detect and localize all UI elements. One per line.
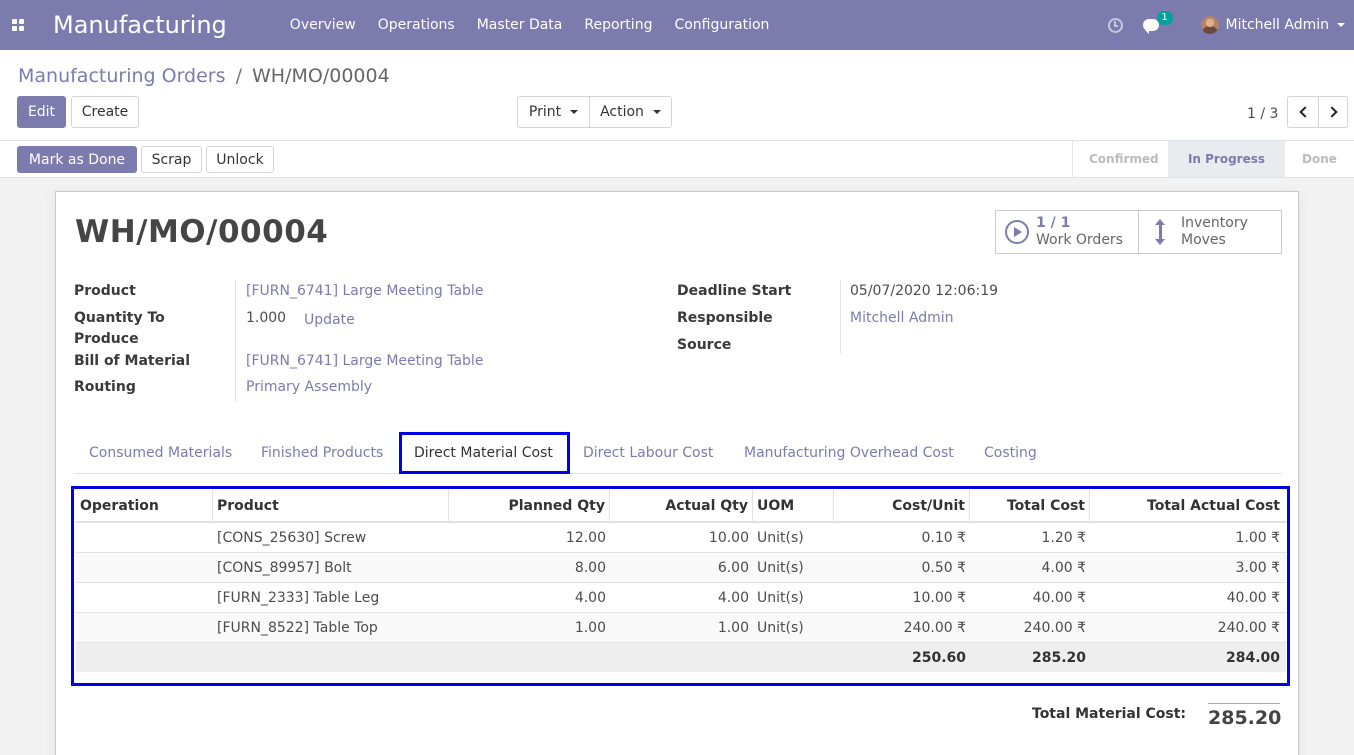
highlight-box-table [71,486,1290,686]
responsible-field[interactable]: Mitchell Admin [850,308,954,329]
smart-buttons-box: 1 / 1 Work Orders Inventory Moves [995,210,1282,254]
chevron-right-icon [1325,106,1338,118]
source-label: Source [677,337,732,353]
play-circle-icon [1005,220,1029,244]
highlight-box-tab [399,432,570,474]
menu-master-data[interactable]: Master Data [466,0,574,50]
total-material-cost-label: Total Material Cost: [1032,706,1187,722]
create-button[interactable]: Create [71,96,139,128]
messages-count-badge: 1 [1156,11,1173,25]
total-material-cost-value: 285.20 [1208,703,1281,729]
update-quantity-link[interactable]: Update [304,310,355,331]
stage-done[interactable]: Done [1285,141,1354,177]
quantity-field: 1.000 [246,310,287,326]
tab-consumed-materials[interactable]: Consumed Materials [89,443,232,464]
form-sheet: WH/MO/00004 1 / 1 Work Orders Inventory … [55,191,1299,755]
work-orders-label: Work Orders [1036,232,1123,248]
tab-costing[interactable]: Costing [984,443,1037,464]
stage-confirmed[interactable]: Confirmed [1072,141,1168,177]
chat-icon [1142,19,1159,34]
chevron-left-icon [1298,106,1311,118]
breadcrumb: Manufacturing Orders / WH/MO/00004 [18,65,390,87]
main-menu: Overview Operations Master Data Reportin… [279,0,781,50]
pager-next-button[interactable] [1318,96,1348,128]
bom-label: Bill of Material [74,353,191,369]
tab-direct-labour-cost[interactable]: Direct Labour Cost [583,443,713,464]
menu-overview[interactable]: Overview [279,0,367,50]
navbar-systray: 1 Mitchell Admin [1107,0,1354,50]
user-menu-caret-icon[interactable] [1337,23,1345,27]
product-field[interactable]: [FURN_6741] Large Meeting Table [246,281,483,302]
stage-in-progress[interactable]: In Progress [1168,141,1285,177]
print-dropdown[interactable]: Print [517,96,590,128]
user-menu-name[interactable]: Mitchell Admin [1226,17,1330,33]
scrap-button[interactable]: Scrap [141,146,202,173]
messaging-menu[interactable]: 1 [1142,11,1173,34]
print-label: Print [528,104,562,120]
pager-value[interactable]: 1 / 3 [1247,106,1278,122]
stage-pipeline: Confirmed In Progress Done [1072,141,1354,177]
product-label: Product [74,283,136,299]
arrows-vertical-icon [1153,219,1167,245]
user-avatar[interactable] [1200,16,1219,34]
menu-reporting[interactable]: Reporting [573,0,663,50]
work-orders-smart-button[interactable]: 1 / 1 Work Orders [996,211,1139,253]
field-divider-left [235,280,236,402]
routing-label: Routing [74,379,136,395]
deadline-start-label: Deadline Start [677,283,792,299]
routing-field[interactable]: Primary Assembly [246,377,372,398]
pager-previous-button[interactable] [1287,96,1319,128]
print-caret-icon [570,110,579,114]
breadcrumb-parent[interactable]: Manufacturing Orders [18,65,226,87]
control-panel: Manufacturing Orders / WH/MO/00004 Edit … [0,50,1354,141]
action-label: Action [600,104,644,120]
activity-clock-icon[interactable] [1107,17,1123,33]
inventory-moves-line1: Inventory [1181,215,1248,231]
breadcrumb-separator: / [235,65,242,87]
record-title: WH/MO/00004 [75,214,329,250]
quantity-label-line2: Produce [74,331,139,347]
quantity-label-line1: Quantity To [74,310,165,326]
menu-operations[interactable]: Operations [367,0,466,50]
edit-button[interactable]: Edit [17,96,66,128]
inventory-moves-smart-button[interactable]: Inventory Moves [1139,211,1248,253]
bom-field[interactable]: [FURN_6741] Large Meeting Table [246,351,483,372]
app-brand[interactable]: Manufacturing [53,11,227,39]
tab-manufacturing-overhead-cost[interactable]: Manufacturing Overhead Cost [744,443,954,464]
field-divider-right [840,280,841,354]
notebook-tabs: Consumed Materials Finished Products Dir… [74,432,1282,474]
action-caret-icon [652,110,661,114]
inventory-moves-line2: Moves [1181,232,1226,248]
unlock-button[interactable]: Unlock [206,146,274,173]
status-bar: Mark as Done Scrap Unlock Confirmed In P… [0,141,1354,178]
action-dropdown[interactable]: Action [589,96,672,128]
tab-finished-products[interactable]: Finished Products [261,443,383,464]
apps-menu-icon[interactable] [0,0,36,50]
breadcrumb-current: WH/MO/00004 [252,65,390,87]
top-navbar: Manufacturing Overview Operations Master… [0,0,1354,50]
responsible-label: Responsible [677,310,773,326]
work-orders-count: 1 / 1 [1036,215,1071,231]
menu-configuration[interactable]: Configuration [663,0,780,50]
mark-as-done-button[interactable]: Mark as Done [17,146,137,173]
deadline-start-field: 05/07/2020 12:06:19 [850,283,999,299]
